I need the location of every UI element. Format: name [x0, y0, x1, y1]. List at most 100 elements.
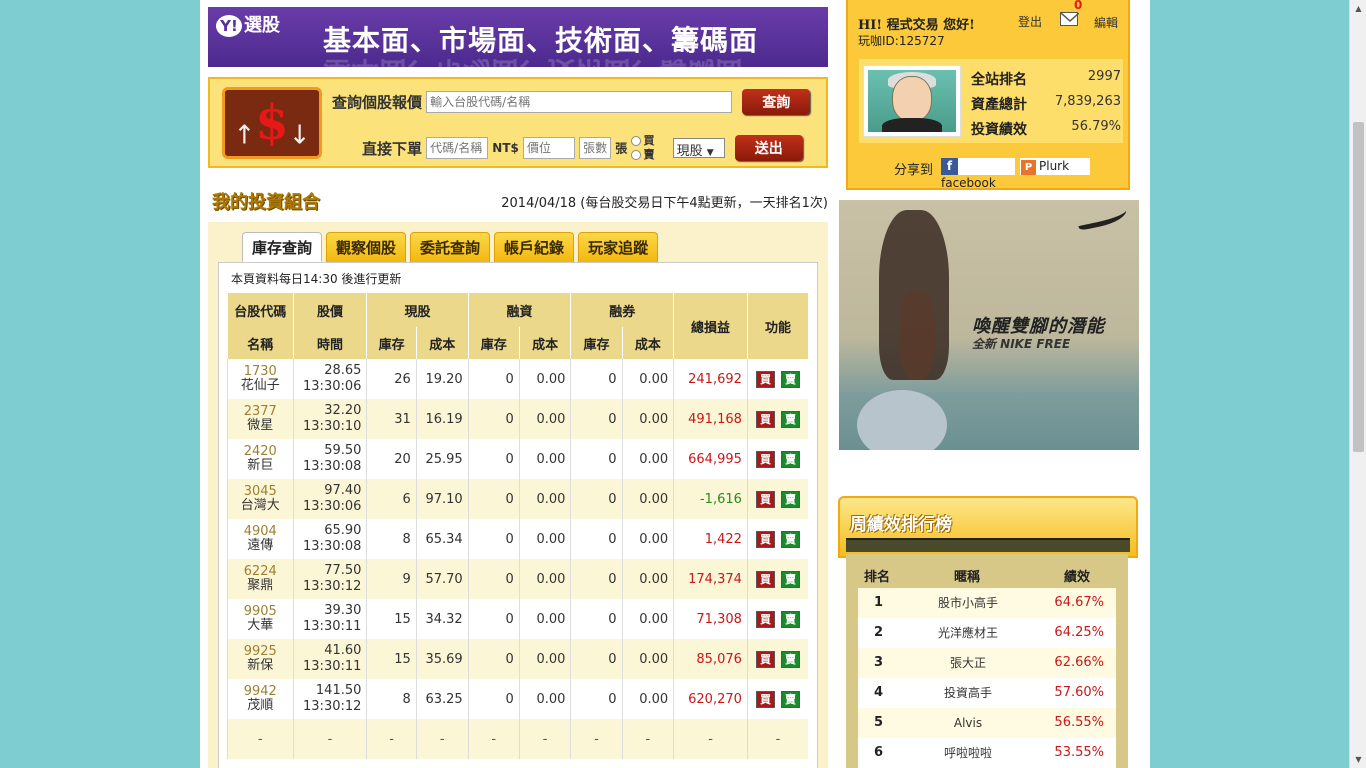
col-total: 總損益	[673, 293, 748, 359]
col-spot-stock: 庫存	[366, 327, 417, 359]
order-price-input[interactable]	[523, 137, 576, 159]
ranking-title: 周績效排行榜	[850, 515, 952, 535]
buy-button[interactable]: 買	[755, 690, 775, 708]
order-qty-input[interactable]	[579, 137, 612, 159]
send-button[interactable]: 送出	[734, 135, 803, 161]
buy-button[interactable]: 買	[755, 530, 775, 548]
query-button[interactable]: 查詢	[742, 89, 811, 115]
facebook-share-button[interactable]: ffacebook	[941, 158, 1015, 190]
spot-cost: 34.32	[415, 599, 469, 639]
ranking-item[interactable]: 1 股市小高手 64.67%	[858, 588, 1116, 618]
runner-figure-child	[899, 290, 935, 380]
stat-assets: 資產總計 7,839,263	[971, 94, 1121, 113]
ranking-item[interactable]: 5 Alvis 56.55%	[858, 708, 1116, 738]
sell-button[interactable]: 賣	[780, 570, 800, 588]
buy-button[interactable]: 買	[755, 450, 775, 468]
ranking-item[interactable]: 4 投資高手 57.60%	[858, 678, 1116, 708]
ranking-item[interactable]: 6 呼啦啦啦 53.55%	[858, 738, 1116, 768]
banner[interactable]: Y!選股 基本面、市場面、技術面、籌碼面 基本面、市場面、技術面、籌碼面	[208, 7, 828, 67]
buy-button[interactable]: 買	[755, 410, 775, 428]
stock-code-name[interactable]: 6224 聚鼎	[227, 559, 294, 599]
total-pnl: 241,692	[673, 359, 748, 399]
sell-button[interactable]: 賣	[780, 690, 800, 708]
spot-qty: 8	[366, 679, 417, 719]
stock-price-time: 39.30 13:30:11	[292, 599, 367, 639]
buy-button[interactable]: 買	[755, 650, 775, 668]
ranking-header: 周績效排行榜	[838, 496, 1138, 558]
ranking-number: 6	[874, 745, 884, 760]
stock-code-name[interactable]: 2377 微星	[227, 399, 294, 439]
arrow-down-icon: ↓	[288, 120, 311, 151]
plurk-share-button[interactable]: P Plurk	[1020, 158, 1090, 175]
order-type-select[interactable]: 現股 ▼	[672, 138, 725, 159]
function-buttons: 買賣	[746, 359, 808, 399]
col-code: 台股代碼	[227, 293, 294, 327]
margin-qty: 0	[467, 359, 520, 399]
stock-code-name[interactable]: 4904 遠傳	[227, 519, 294, 559]
quote-search-input[interactable]	[426, 91, 733, 113]
mail-icon[interactable]	[1060, 12, 1080, 26]
arrow-up-icon: ↑	[233, 120, 256, 151]
sell-button[interactable]: 賣	[780, 610, 800, 628]
ranking-col-rank: 排名	[864, 570, 891, 585]
ranking-item[interactable]: 2 光洋應材王 64.25%	[858, 618, 1116, 648]
table-row: 9942 茂順 141.50 13:30:12 8 63.25 0 0.00 0 0.00 620,…	[227, 679, 808, 719]
portfolio-date-note: 2014/04/18 (每台股交易日下午4點更新，一天排名1次)	[501, 196, 828, 211]
stock-code-name[interactable]: 9905 大華	[227, 599, 294, 639]
buy-radio[interactable]: 買	[631, 134, 654, 147]
table-row: 4904 遠傳 65.90 13:30:08 8 65.34 0 0.00 0 0.00 1,422…	[227, 519, 808, 559]
ranking-item[interactable]: 3 張大正 62.66%	[858, 648, 1116, 678]
tab-orders[interactable]: 委託查詢	[410, 232, 491, 262]
buy-button[interactable]: 買	[755, 570, 775, 588]
edit-link[interactable]: 編輯	[1094, 14, 1118, 31]
nike-swoosh-icon	[1075, 202, 1129, 232]
sell-button[interactable]: 賣	[780, 450, 800, 468]
sell-button[interactable]: 賣	[780, 650, 800, 668]
function-buttons: 買賣	[746, 479, 808, 519]
ranking-percent: 62.66%	[1054, 655, 1104, 670]
tab-player-tracking[interactable]: 玩家追蹤	[578, 232, 659, 262]
buy-button[interactable]: 買	[755, 490, 775, 508]
yahoo-stock-logo[interactable]: Y! 選股	[216, 11, 280, 37]
ranking-list: 1 股市小高手 64.67% 2 光洋應材王 64.25% 3 張大正 62.66% 4 投資高手 5…	[858, 588, 1116, 768]
stock-code-name[interactable]: 2420 新巨	[227, 439, 294, 479]
ranking-body: 排名 暱稱 績效 1 股市小高手 64.67% 2 光洋應材王 64.25% 3 張大正 62.…	[846, 554, 1128, 768]
nike-ad-banner[interactable]: 喚醒雙腳的潛能 全新 NIKE FREE	[839, 200, 1139, 450]
mail-count-badge: 0	[1074, 0, 1083, 12]
sell-button[interactable]: 賣	[780, 490, 800, 508]
scroll-down-icon[interactable]: ▼	[1350, 751, 1366, 768]
order-code-input[interactable]	[426, 137, 489, 159]
sell-radio[interactable]: 賣	[631, 148, 654, 161]
buy-button[interactable]: 買	[755, 610, 775, 628]
short-qty: 0	[570, 559, 623, 599]
sell-button[interactable]: 賣	[780, 410, 800, 428]
spot-qty: 26	[366, 359, 417, 399]
scroll-up-icon[interactable]: ▲	[1350, 0, 1366, 17]
greeting: HI! 程式交易 您好!	[858, 18, 975, 33]
stock-code-name[interactable]: 9942 茂順	[227, 679, 294, 719]
short-qty: 0	[570, 439, 623, 479]
total-pnl: -1,616	[673, 479, 748, 519]
margin-cost: 0.00	[518, 519, 571, 559]
empty-cell: -	[292, 719, 367, 759]
margin-qty: 0	[467, 399, 520, 439]
spot-qty: 31	[366, 399, 417, 439]
function-buttons: 買賣	[746, 559, 808, 599]
dropdown-arrow-icon: ▼	[706, 148, 714, 158]
avatar[interactable]	[863, 65, 961, 137]
col-func: 功能	[746, 293, 808, 359]
scroll-thumb[interactable]	[1353, 122, 1364, 452]
stock-code-name[interactable]: 1730 花仙子	[227, 359, 294, 399]
logout-link[interactable]: 登出	[1018, 13, 1042, 30]
sell-button[interactable]: 賣	[780, 530, 800, 548]
buy-button[interactable]: 買	[755, 370, 775, 388]
sell-button[interactable]: 賣	[780, 370, 800, 388]
function-buttons: 買賣	[746, 399, 808, 439]
tab-account[interactable]: 帳戶紀錄	[494, 232, 575, 262]
tab-watchlist[interactable]: 觀察個股	[326, 232, 407, 262]
page-scrollbar[interactable]: ▲ ▼	[1349, 0, 1366, 768]
tab-inventory[interactable]: 庫存查詢	[242, 232, 323, 262]
margin-cost: 0.00	[518, 479, 571, 519]
stock-code-name[interactable]: 3045 台灣大	[227, 479, 294, 519]
stock-code-name[interactable]: 9925 新保	[227, 639, 294, 679]
